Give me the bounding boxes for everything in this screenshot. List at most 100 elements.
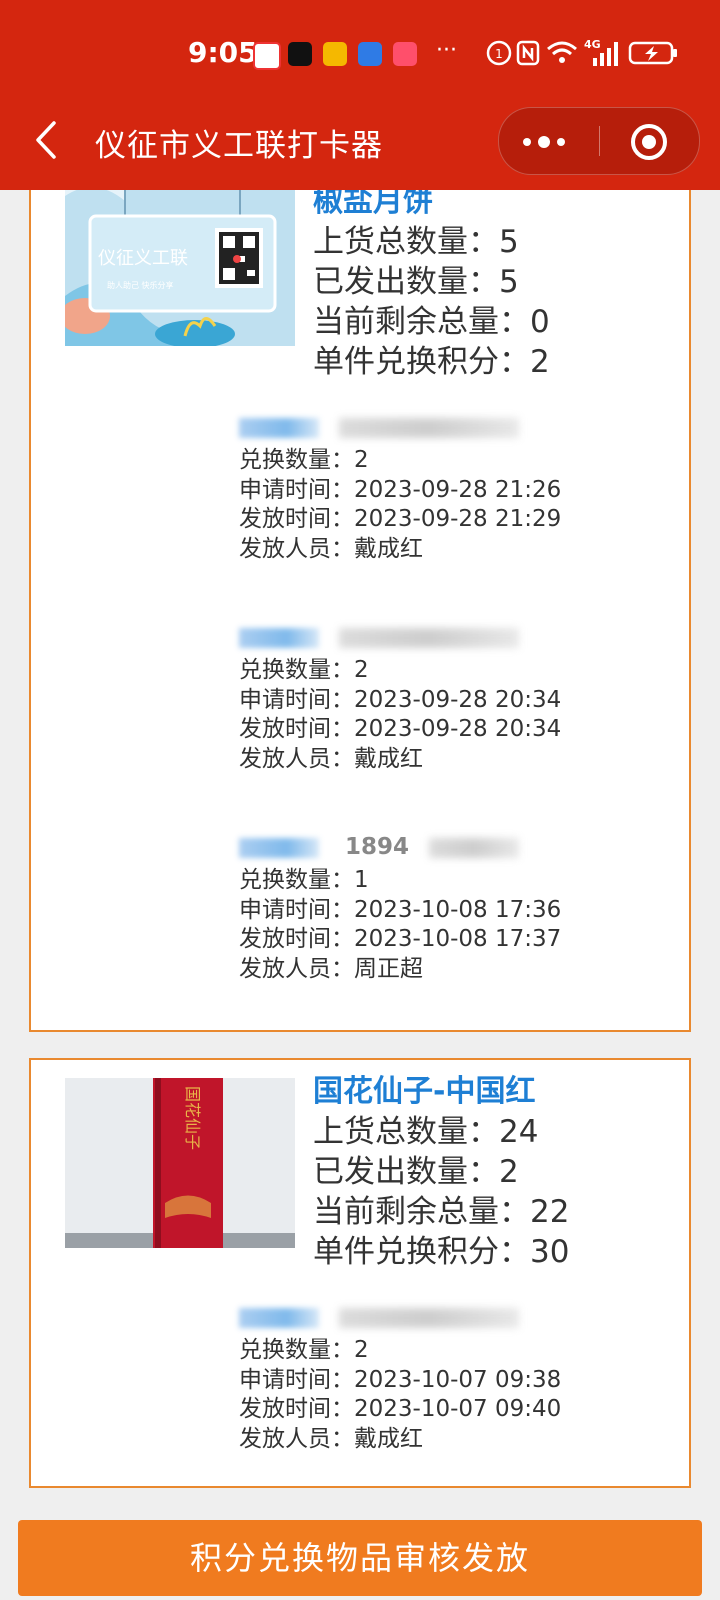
record-staff: 发放人员：戴成红	[239, 745, 659, 775]
status-time: 9:05	[188, 36, 258, 69]
product-name: 国花仙子-中国红	[313, 1074, 536, 1109]
svg-text:仪征义工联: 仪征义工联	[98, 248, 188, 269]
stat-value: 24	[499, 1114, 539, 1150]
stat-issued: 已发出数量：5	[313, 262, 550, 302]
record-staff: 发放人员：戴成红	[239, 535, 659, 565]
tiktok-icon	[288, 42, 312, 66]
record-staff: 发放人员：戴成红	[239, 1425, 659, 1455]
record-value: 2023-10-08 17:36	[354, 896, 562, 923]
record-value: 2023-09-28 20:34	[354, 686, 562, 713]
volunteer-poster-image: 仪征义工联 助人助己 快乐分享	[65, 176, 295, 346]
record-value: 1	[354, 867, 369, 893]
record-label: 兑换数量：	[239, 1337, 354, 1363]
stat-value: 22	[530, 1194, 570, 1230]
box-label: 国花仙子	[183, 1086, 202, 1150]
stat-total-stocked: 上货总数量：24	[313, 1112, 569, 1152]
close-target-icon	[631, 124, 667, 160]
record-label: 发放人员：	[239, 745, 354, 772]
record-value: 2023-09-28 21:26	[354, 476, 562, 503]
record-value: 2023-10-08 17:37	[354, 926, 562, 952]
record-label: 发放人员：	[239, 955, 354, 982]
stat-points-per-item: 单件兑换积分：2	[313, 342, 550, 382]
red-wine-box-image: 国花仙子	[65, 1078, 295, 1248]
record-label: 发放时间：	[239, 506, 354, 532]
review-and-issue-button[interactable]: 积分兑换物品审核发放	[18, 1520, 702, 1596]
record-label: 发放时间：	[239, 716, 354, 742]
redemption-record: 1894 兑换数量：1 申请时间：2023-10-08 17:36 发放时间：2…	[239, 830, 659, 984]
stat-total-stocked: 上货总数量：5	[313, 222, 550, 262]
record-value: 2023-09-28 21:29	[354, 506, 562, 532]
record-label: 兑换数量：	[239, 447, 354, 473]
stat-value: 30	[530, 1234, 570, 1270]
redacted-user-info	[239, 620, 659, 656]
more-options-button[interactable]	[499, 108, 599, 174]
stat-label: 已发出数量：	[313, 1154, 499, 1190]
record-value: 2	[354, 657, 369, 683]
record-label: 申请时间：	[239, 1366, 354, 1393]
record-label: 发放时间：	[239, 926, 354, 952]
svg-text:1: 1	[495, 47, 503, 61]
stat-label: 当前剩余总量：	[313, 1194, 530, 1230]
red-app-icon	[393, 42, 417, 66]
record-issue-time: 发放时间：2023-09-28 21:29	[239, 505, 659, 535]
stat-value: 2	[499, 1154, 519, 1190]
record-apply-time: 申请时间：2023-09-28 21:26	[239, 476, 659, 506]
redemption-record: 兑换数量：2 申请时间：2023-10-07 09:38 发放时间：2023-1…	[239, 1300, 659, 1454]
stat-label: 上货总数量：	[313, 224, 499, 260]
stat-value: 5	[499, 264, 519, 300]
stat-value: 5	[499, 224, 519, 260]
record-label: 发放时间：	[239, 1396, 354, 1422]
record-value: 2	[354, 1337, 369, 1363]
stat-label: 已发出数量：	[313, 264, 499, 300]
stat-remaining: 当前剩余总量：22	[313, 1192, 569, 1232]
record-label: 发放人员：	[239, 535, 354, 562]
back-arrow-icon[interactable]	[28, 117, 68, 163]
record-label: 申请时间：	[239, 686, 354, 713]
more-notifications-icon: ···	[436, 38, 457, 63]
product-image: 国花仙子	[65, 1078, 295, 1248]
more-dot-icon	[523, 138, 531, 146]
record-value: 2	[354, 447, 369, 473]
status-bar: 9:05 ··· 1 4G	[0, 28, 720, 78]
stat-value: 0	[530, 304, 550, 340]
stat-label: 上货总数量：	[313, 1114, 499, 1150]
more-dot-icon	[538, 136, 550, 148]
record-value: 戴成红	[354, 1425, 423, 1452]
more-dot-icon	[557, 138, 565, 146]
record-apply-time: 申请时间：2023-10-08 17:36	[239, 896, 659, 926]
mail-icon	[323, 42, 347, 66]
product-info: 国花仙子-中国红 上货总数量：24 已发出数量：2 当前剩余总量：22 单件兑换…	[313, 1072, 569, 1272]
record-label: 申请时间：	[239, 896, 354, 923]
record-value: 2023-09-28 20:34	[354, 716, 562, 742]
record-label: 兑换数量：	[239, 657, 354, 683]
product-image: 仪征义工联 助人助己 快乐分享	[65, 176, 295, 346]
nfc-icon	[516, 40, 540, 66]
wifi-icon	[547, 41, 577, 63]
record-issue-time: 发放时间：2023-09-28 20:34	[239, 715, 659, 745]
record-value: 2023-10-07 09:38	[354, 1366, 562, 1393]
product-card: 国花仙子 国花仙子-中国红 上货总数量：24 已发出数量：2 当前剩余总量：22…	[29, 1058, 691, 1488]
record-label: 发放人员：	[239, 1425, 354, 1452]
record-staff: 发放人员：周正超	[239, 955, 659, 985]
phone-fragment: 1894	[345, 834, 410, 860]
stat-value: 2	[530, 344, 550, 380]
miniapp-capsule	[498, 107, 700, 175]
battery-charging-icon	[628, 41, 677, 65]
redacted-user-info	[239, 410, 659, 446]
record-apply-time: 申请时间：2023-09-28 20:34	[239, 686, 659, 716]
svg-text:助人助己 快乐分享: 助人助己 快乐分享	[107, 280, 174, 290]
stat-label: 单件兑换积分：	[313, 344, 530, 380]
record-value: 戴成红	[354, 745, 423, 772]
record-issue-time: 发放时间：2023-10-07 09:40	[239, 1395, 659, 1425]
nav-bar: 仪征市义工联打卡器	[0, 105, 720, 175]
record-value: 2023-10-07 09:40	[354, 1396, 562, 1422]
stat-remaining: 当前剩余总量：0	[313, 302, 550, 342]
redacted-user-info	[239, 1300, 659, 1336]
record-quantity: 兑换数量：2	[239, 446, 659, 476]
close-miniapp-button[interactable]	[599, 108, 699, 174]
record-quantity: 兑换数量：2	[239, 656, 659, 686]
record-quantity: 兑换数量：2	[239, 1336, 659, 1366]
record-value: 周正超	[354, 955, 423, 982]
hd-call-icon: 1	[486, 40, 512, 66]
stat-label: 当前剩余总量：	[313, 304, 530, 340]
